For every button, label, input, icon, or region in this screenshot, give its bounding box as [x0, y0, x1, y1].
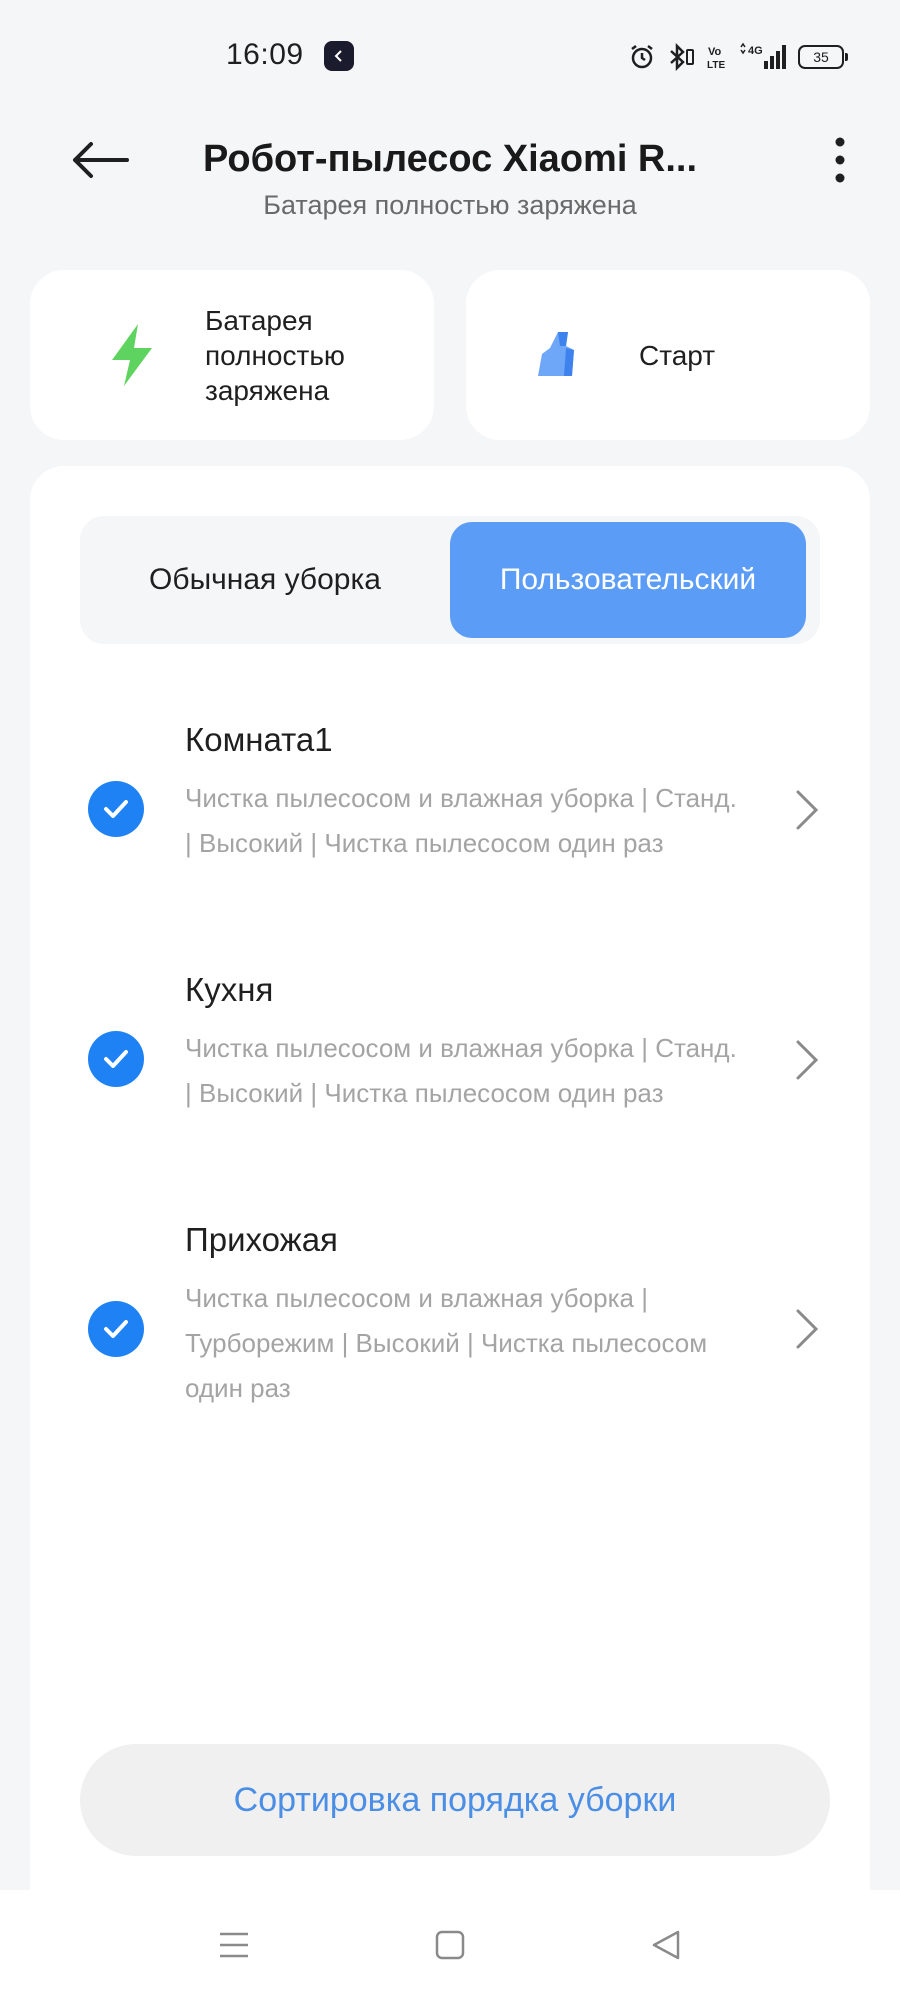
room-description-line: Турборежим | Высокий | Чистка пылесосом [185, 1328, 708, 1358]
battery-icon: 35 [798, 45, 848, 69]
menu-icon [220, 1932, 248, 1958]
checkmark-icon [104, 1050, 128, 1068]
checkmark-icon [104, 800, 128, 818]
room-description-line: Чистка пылесосом и влажная уборка | Стан… [185, 783, 737, 813]
room-name: Комната1 [185, 721, 333, 758]
room-checkbox[interactable] [88, 781, 144, 837]
header: Робот-пылесос Xiaomi R... Батарея полнос… [0, 120, 900, 230]
chevron-right-icon [796, 1309, 819, 1349]
room-description-line: Чистка пылесосом и влажная уборка | [185, 1283, 648, 1313]
svg-text:Vo: Vo [708, 46, 722, 58]
room-description-line: | Высокий | Чистка пылесосом один раз [185, 1078, 664, 1108]
tab-custom[interactable]: Пользовательский [450, 522, 806, 638]
lightning-icon [112, 324, 152, 386]
status-time: 16:09 [226, 38, 304, 71]
volte-icon: Vo LTE [707, 46, 725, 71]
home-button[interactable] [420, 1920, 480, 1970]
back-nav-button[interactable] [636, 1920, 696, 1970]
room-description-line: Чистка пылесосом и влажная уборка | Стан… [185, 1033, 737, 1063]
back-triangle-icon [652, 1930, 680, 1960]
room-item[interactable]: Комната1 Чистка пылесосом и влажная убор… [30, 721, 870, 921]
chevron-right-icon [796, 1040, 819, 1080]
room-description: Чистка пылесосом и влажная уборка | Турб… [185, 1276, 825, 1411]
more-vertical-icon [835, 137, 845, 183]
room-description: Чистка пылесосом и влажная уборка | Стан… [185, 776, 825, 866]
mode-segmented-control: Обычная уборка Пользовательский [80, 516, 820, 644]
battery-status-card: Батарея полностью заряжена [30, 270, 434, 440]
back-button[interactable] [60, 130, 140, 190]
start-label: Старт [639, 339, 716, 371]
bluetooth-icon [670, 43, 694, 71]
battery-status-label: Батарея полностью заряжена [205, 304, 345, 406]
svg-text:4G: 4G [748, 45, 763, 57]
system-nav-bar [0, 1890, 900, 2000]
sort-cleaning-order-button[interactable]: Сортировка порядка уборки [80, 1744, 830, 1856]
room-checkbox[interactable] [88, 1301, 144, 1357]
room-description: Чистка пылесосом и влажная уборка | Стан… [185, 1026, 825, 1116]
arrow-left-icon [73, 142, 129, 178]
room-checkbox[interactable] [88, 1031, 144, 1087]
alarm-icon [631, 45, 653, 69]
recent-apps-button[interactable] [204, 1920, 264, 1970]
app-notification-icon [324, 41, 354, 71]
tab-normal-cleaning[interactable]: Обычная уборка [80, 522, 450, 638]
room-name: Кухня [185, 971, 274, 1008]
room-description-line: | Высокий | Чистка пылесосом один раз [185, 828, 664, 858]
room-item[interactable]: Прихожая Чистка пылесосом и влажная убор… [30, 1221, 870, 1461]
start-button[interactable]: Старт [466, 270, 870, 440]
checkmark-icon [104, 1320, 128, 1338]
page-subtitle: Батарея полностью заряжена [263, 190, 637, 220]
signal-4g-icon: 4G [740, 43, 786, 69]
page-title: Робот-пылесос Xiaomi R... [202, 138, 698, 180]
status-bar: 16:09 Vo LTE 4G 35 [0, 0, 900, 110]
chevron-right-icon [796, 790, 819, 830]
cleaning-settings-card: Обычная уборка Пользовательский Комната1… [30, 466, 870, 2000]
room-item[interactable]: Кухня Чистка пылесосом и влажная уборка … [30, 971, 870, 1171]
battery-level: 35 [813, 49, 829, 65]
home-square-icon [435, 1930, 465, 1960]
status-icons: Vo LTE 4G 35 [628, 40, 848, 74]
start-hand-icon [538, 332, 574, 376]
svg-text:LTE: LTE [707, 60, 725, 71]
more-options-button[interactable] [810, 130, 870, 190]
room-description-line: один раз [185, 1373, 291, 1403]
room-name: Прихожая [185, 1221, 338, 1258]
